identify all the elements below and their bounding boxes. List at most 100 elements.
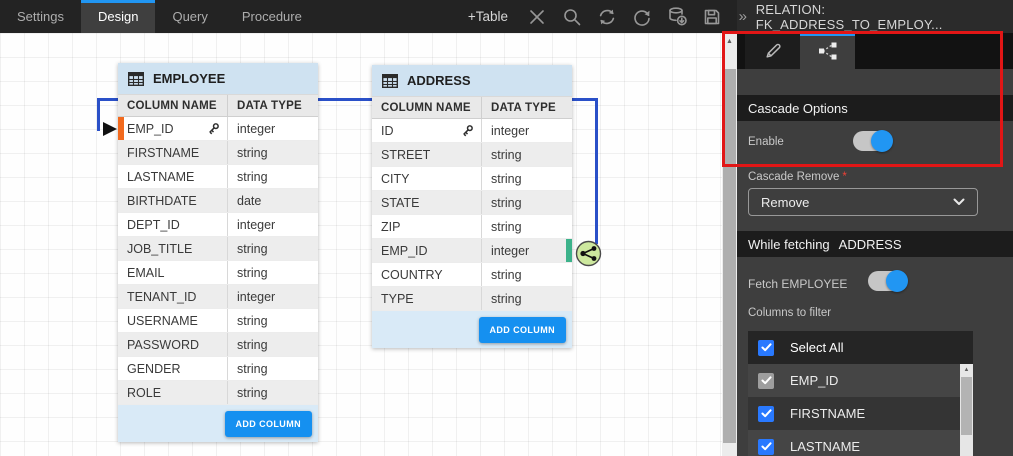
table-row[interactable]: DEPT_IDinteger xyxy=(118,213,318,237)
table-name: EMPLOYEE xyxy=(153,71,225,86)
tab-settings[interactable]: Settings xyxy=(0,0,81,33)
table-column-headers: COLUMN NAME DATA TYPE xyxy=(118,94,318,117)
table-employee-header[interactable]: EMPLOYEE xyxy=(118,63,318,94)
relation-line-left-vertical xyxy=(97,98,100,131)
data-type-cell: integer xyxy=(228,285,318,308)
refresh-icon[interactable] xyxy=(596,6,618,28)
column-name-cell: FIRSTNAME xyxy=(118,141,228,164)
filter-item-label: Select All xyxy=(790,340,843,355)
filter-item-label: EMP_ID xyxy=(790,373,838,388)
search-icon[interactable] xyxy=(561,6,583,28)
table-grid-icon xyxy=(382,74,398,88)
data-type-cell: string xyxy=(228,141,318,164)
filter-list-scrollbar: ▲ xyxy=(960,364,973,456)
add-column-button[interactable]: ADD COLUMN xyxy=(225,411,313,437)
column-name-header: COLUMN NAME xyxy=(372,97,482,118)
while-fetching-header: While fetching ADDRESS xyxy=(737,231,1013,257)
tab-edit[interactable] xyxy=(745,33,800,69)
table-row[interactable]: CITYstring xyxy=(372,167,572,191)
toolbar-spacer xyxy=(319,0,468,33)
redo-icon[interactable] xyxy=(631,6,653,28)
relation-line-right-vertical xyxy=(595,98,598,244)
column-name-cell: TENANT_ID xyxy=(118,285,228,308)
filter-item-emp-id[interactable]: EMP_ID xyxy=(748,364,973,397)
tab-design[interactable]: Design xyxy=(81,0,155,33)
close-icon[interactable] xyxy=(526,6,548,28)
table-row[interactable]: EMAILstring xyxy=(118,261,318,285)
tab-procedure[interactable]: Procedure xyxy=(225,0,319,33)
table-row[interactable]: TENANT_IDinteger xyxy=(118,285,318,309)
primary-key-icon xyxy=(461,124,474,137)
table-row[interactable]: TYPEstring xyxy=(372,287,572,311)
table-row[interactable]: BIRTHDATEdate xyxy=(118,189,318,213)
scrollbar-up-arrow[interactable]: ▲ xyxy=(722,33,737,50)
scrollbar-thumb[interactable] xyxy=(961,377,972,435)
column-name-cell: STATE xyxy=(372,191,482,214)
table-column-headers: COLUMN NAME DATA TYPE xyxy=(372,96,572,119)
cascade-remove-select[interactable]: Remove xyxy=(748,188,978,216)
required-asterisk: * xyxy=(842,171,846,183)
data-type-cell: string xyxy=(228,357,318,380)
table-row[interactable]: FIRSTNAMEstring xyxy=(118,141,318,165)
table-address-footer: ADD COLUMN xyxy=(372,311,572,348)
table-row[interactable]: COUNTRYstring xyxy=(372,263,572,287)
fetching-table-name: ADDRESS xyxy=(839,237,902,252)
add-column-button[interactable]: ADD COLUMN xyxy=(479,317,567,343)
data-type-cell: string xyxy=(228,165,318,188)
chevron-down-icon xyxy=(953,198,965,206)
table-row[interactable]: LASTNAMEstring xyxy=(118,165,318,189)
table-row[interactable]: IDinteger xyxy=(372,119,572,143)
data-type-cell: string xyxy=(482,287,572,310)
toolbar-icons xyxy=(526,0,723,33)
filter-item-select-all[interactable]: Select All xyxy=(748,331,973,364)
scrollbar-up-arrow[interactable]: ▲ xyxy=(960,364,973,376)
database-export-icon[interactable] xyxy=(666,6,688,28)
checkbox[interactable] xyxy=(758,439,774,455)
fetch-employee-toggle[interactable] xyxy=(868,271,906,291)
tab-relation[interactable] xyxy=(800,33,855,69)
table-employee: EMPLOYEE COLUMN NAME DATA TYPE EMP_IDint… xyxy=(118,63,318,442)
table-row[interactable]: EMP_IDinteger xyxy=(372,239,572,263)
table-grid-icon xyxy=(128,72,144,86)
checkbox[interactable] xyxy=(758,340,774,356)
table-row[interactable]: GENDERstring xyxy=(118,357,318,381)
save-icon[interactable] xyxy=(701,6,723,28)
enable-toggle[interactable] xyxy=(853,131,891,151)
table-row[interactable]: JOB_TITLEstring xyxy=(118,237,318,261)
foreign-key-relation-marker xyxy=(566,239,572,262)
table-row[interactable]: STREETstring xyxy=(372,143,572,167)
cascade-remove-label: Cascade Remove* xyxy=(748,171,847,183)
data-type-cell: string xyxy=(228,237,318,260)
table-row[interactable]: ZIPstring xyxy=(372,215,572,239)
scrollbar-thumb[interactable] xyxy=(723,69,736,443)
data-type-cell: string xyxy=(482,215,572,238)
table-address-rows: IDintegerSTREETstringCITYstringSTATEstri… xyxy=(372,119,572,311)
table-row[interactable]: PASSWORDstring xyxy=(118,333,318,357)
column-name-cell: COUNTRY xyxy=(372,263,482,286)
filter-item-label: LASTNAME xyxy=(790,439,860,454)
table-row[interactable]: ROLEstring xyxy=(118,381,318,405)
collapse-chevron-icon[interactable]: » xyxy=(737,8,756,25)
data-type-cell: date xyxy=(228,189,318,212)
table-row[interactable]: USERNAMEstring xyxy=(118,309,318,333)
table-address-header[interactable]: ADDRESS xyxy=(372,65,572,96)
columns-to-filter-label: Columns to filter xyxy=(748,307,831,319)
checkbox[interactable] xyxy=(758,373,774,389)
filter-rows: Select All EMP_ID FIRSTNAME LASTNAME xyxy=(748,331,973,456)
canvas-scrollbar: ▲ xyxy=(722,33,737,456)
column-name-cell: PASSWORD xyxy=(118,333,228,356)
pencil-icon xyxy=(764,42,782,60)
data-type-cell: string xyxy=(482,143,572,166)
table-row[interactable]: EMP_IDinteger xyxy=(118,117,318,141)
filter-item-lastname[interactable]: LASTNAME xyxy=(748,430,973,456)
filter-item-firstname[interactable]: FIRSTNAME xyxy=(748,397,973,430)
table-row[interactable]: STATEstring xyxy=(372,191,572,215)
tab-query[interactable]: Query xyxy=(155,0,224,33)
table-employee-rows: EMP_IDintegerFIRSTNAMEstringLASTNAMEstri… xyxy=(118,117,318,405)
toggle-knob xyxy=(886,270,908,292)
relation-icon xyxy=(817,41,839,61)
checkbox[interactable] xyxy=(758,406,774,422)
add-table-button[interactable]: +Table xyxy=(468,0,508,33)
design-canvas[interactable]: EMPLOYEE COLUMN NAME DATA TYPE EMP_IDint… xyxy=(0,33,722,456)
relation-many-connector-icon[interactable] xyxy=(575,240,602,267)
